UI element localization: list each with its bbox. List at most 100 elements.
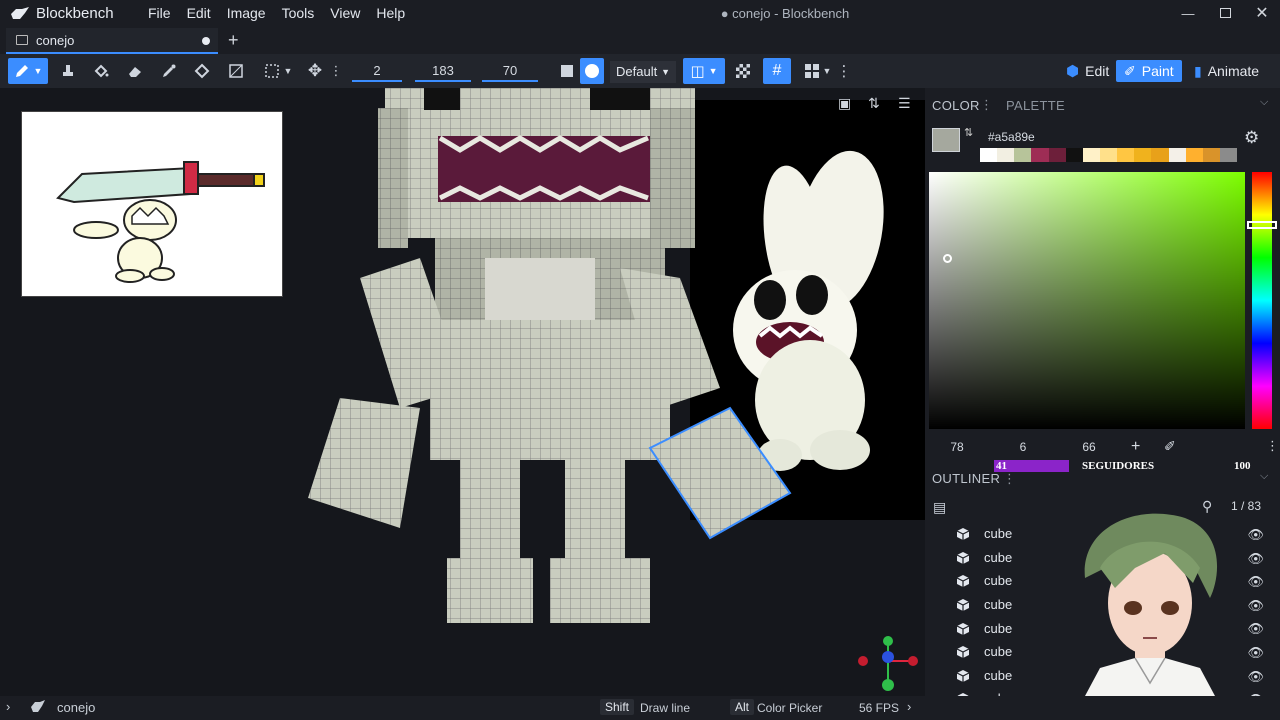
chevron-right-icon[interactable]: › bbox=[907, 699, 911, 714]
color-panel-header[interactable]: COLOR bbox=[932, 98, 980, 113]
menu-edit[interactable]: Edit bbox=[179, 1, 219, 25]
hue-slider-handle[interactable] bbox=[1247, 221, 1277, 229]
palette-swatch[interactable] bbox=[1168, 148, 1186, 162]
item-label: cube bbox=[984, 549, 1013, 565]
axis-gizmo[interactable] bbox=[855, 633, 925, 693]
palette-swatch[interactable] bbox=[1082, 148, 1100, 162]
palette-swatch[interactable] bbox=[1031, 148, 1049, 162]
3d-viewport[interactable]: ▣ ⇅ ☰ bbox=[0, 88, 925, 696]
visibility-eye-icon[interactable]: 👁 bbox=[1247, 645, 1264, 661]
cube-icon bbox=[956, 527, 970, 541]
color-picker-tool-button[interactable] bbox=[157, 58, 181, 84]
palette-swatch[interactable] bbox=[1219, 148, 1238, 162]
menu-image[interactable]: Image bbox=[219, 1, 274, 25]
streamer-avatar bbox=[1084, 513, 1218, 696]
move-tool-button[interactable]: ✥ bbox=[303, 58, 327, 84]
tab-palette[interactable]: PALETTE bbox=[1006, 98, 1065, 113]
round-brush-button[interactable] bbox=[580, 58, 604, 84]
visibility-eye-icon[interactable]: 👁 bbox=[1247, 669, 1264, 685]
edit-mode-button[interactable]: ⬢ Edit bbox=[1058, 60, 1117, 82]
add-color-icon[interactable]: + bbox=[1131, 438, 1140, 456]
brush-size-input[interactable]: 2 bbox=[352, 62, 402, 82]
primary-color-swatch[interactable] bbox=[932, 128, 960, 152]
blend-mode-select[interactable]: Default ▼ bbox=[610, 61, 676, 83]
palette-swatch[interactable] bbox=[1117, 148, 1135, 162]
project-name: conejo bbox=[57, 700, 96, 715]
tab-conejo[interactable]: conejo bbox=[6, 28, 218, 54]
palette-swatch[interactable] bbox=[1099, 148, 1118, 162]
menu-view[interactable]: View bbox=[322, 1, 368, 25]
eyedropper-icon[interactable]: ✐ bbox=[1164, 438, 1176, 455]
paint-mode-button[interactable]: ✐ Paint bbox=[1116, 60, 1182, 82]
menu-file[interactable]: File bbox=[140, 1, 179, 25]
gradient-tool-button[interactable] bbox=[224, 58, 248, 84]
visibility-eye-icon[interactable]: 👁 bbox=[1247, 551, 1264, 567]
visibility-eye-icon[interactable]: 👁 bbox=[1247, 598, 1264, 614]
eraser-tool-button[interactable] bbox=[123, 58, 147, 84]
brightness-value[interactable]: 66 bbox=[1069, 440, 1109, 454]
fill-tool-button[interactable] bbox=[56, 58, 80, 84]
brush-icon bbox=[15, 65, 28, 77]
minimize-button[interactable]: — bbox=[1170, 0, 1206, 26]
color-picker-handle[interactable] bbox=[943, 254, 952, 263]
outliner-header[interactable]: OUTLINER bbox=[932, 471, 1000, 486]
visibility-eye-icon[interactable]: 👁 bbox=[1247, 527, 1264, 543]
new-tab-button[interactable]: + bbox=[228, 30, 239, 51]
more-vertical-icon[interactable]: ⋮ bbox=[1266, 438, 1279, 454]
animate-mode-button[interactable]: ▮ Animate bbox=[1186, 60, 1267, 82]
palette-swatch[interactable] bbox=[1065, 148, 1083, 162]
palette-swatch[interactable] bbox=[997, 148, 1015, 162]
chevron-right-icon[interactable]: › bbox=[6, 699, 10, 714]
visibility-eye-icon[interactable]: 👁 bbox=[1247, 621, 1264, 637]
app-logo: Blockbench bbox=[0, 5, 140, 22]
square-brush-button[interactable] bbox=[558, 58, 576, 84]
collapse-chevron-icon[interactable]: ⌵ bbox=[1260, 96, 1269, 109]
blockbench-logo-icon bbox=[11, 7, 29, 19]
hex-color-input[interactable]: #a5a89e bbox=[988, 130, 1035, 144]
shape-tool-button[interactable] bbox=[190, 58, 214, 84]
panel-menu-icon[interactable]: ⋮ bbox=[980, 97, 993, 113]
pixel-grid-button[interactable]: # bbox=[763, 58, 791, 84]
outliner-menu-icon[interactable]: ⋮ bbox=[1003, 471, 1016, 487]
sort-icon[interactable]: ⇅ bbox=[868, 95, 880, 112]
model-icon bbox=[16, 35, 28, 45]
hue-slider[interactable] bbox=[1252, 172, 1272, 429]
mirror-paint-button[interactable]: ◫ ▼ bbox=[683, 58, 725, 84]
palette-swatch[interactable] bbox=[1202, 148, 1220, 162]
brush-tool-button[interactable]: ▼ bbox=[8, 58, 48, 84]
close-window-button[interactable]: ✕ bbox=[1244, 0, 1280, 26]
gradient-icon bbox=[229, 64, 243, 78]
toolbar-more-button-2[interactable]: ⋮ bbox=[837, 58, 852, 84]
bucket-tool-button[interactable] bbox=[89, 58, 113, 84]
palette-strip[interactable] bbox=[980, 148, 1238, 162]
saturation-value[interactable]: 6 bbox=[1003, 440, 1043, 454]
menu-icon[interactable]: ☰ bbox=[898, 95, 911, 112]
collapse-chevron-icon[interactable]: ⌵ bbox=[1260, 470, 1269, 483]
unsaved-dot-icon[interactable] bbox=[202, 37, 210, 45]
toolbar-more-button[interactable]: ⋮ bbox=[330, 58, 343, 84]
outliner-list-icon[interactable]: ▤ bbox=[933, 499, 946, 516]
main-menu: File Edit Image Tools View Help bbox=[140, 1, 413, 25]
swap-colors-icon[interactable]: ⇅ bbox=[964, 126, 973, 139]
palette-swatch[interactable] bbox=[1048, 148, 1066, 162]
palette-swatch[interactable] bbox=[1134, 148, 1152, 162]
color-saturation-area[interactable] bbox=[929, 172, 1245, 429]
palette-swatch[interactable] bbox=[980, 148, 998, 162]
palette-swatch[interactable] bbox=[1151, 148, 1169, 162]
brush-softness-input[interactable]: 70 bbox=[482, 62, 538, 82]
tab-label: conejo bbox=[36, 32, 75, 48]
settings-gear-icon[interactable]: ⚙ bbox=[1244, 128, 1259, 148]
maximize-button[interactable] bbox=[1207, 0, 1243, 26]
lock-alpha-button[interactable] bbox=[732, 58, 754, 84]
menu-help[interactable]: Help bbox=[368, 1, 413, 25]
brush-opacity-input[interactable]: 183 bbox=[415, 62, 471, 82]
palette-swatch[interactable] bbox=[1185, 148, 1203, 162]
circle-icon bbox=[585, 64, 599, 78]
palette-swatch[interactable] bbox=[1014, 148, 1032, 162]
image-icon[interactable]: ▣ bbox=[838, 95, 851, 112]
selection-tool-button[interactable]: ▼ bbox=[258, 58, 298, 84]
visibility-eye-icon[interactable]: 👁 bbox=[1247, 574, 1264, 590]
hue-value[interactable]: 78 bbox=[937, 440, 977, 454]
menu-tools[interactable]: Tools bbox=[274, 1, 323, 25]
view-layout-button[interactable]: ▼ bbox=[798, 58, 838, 84]
